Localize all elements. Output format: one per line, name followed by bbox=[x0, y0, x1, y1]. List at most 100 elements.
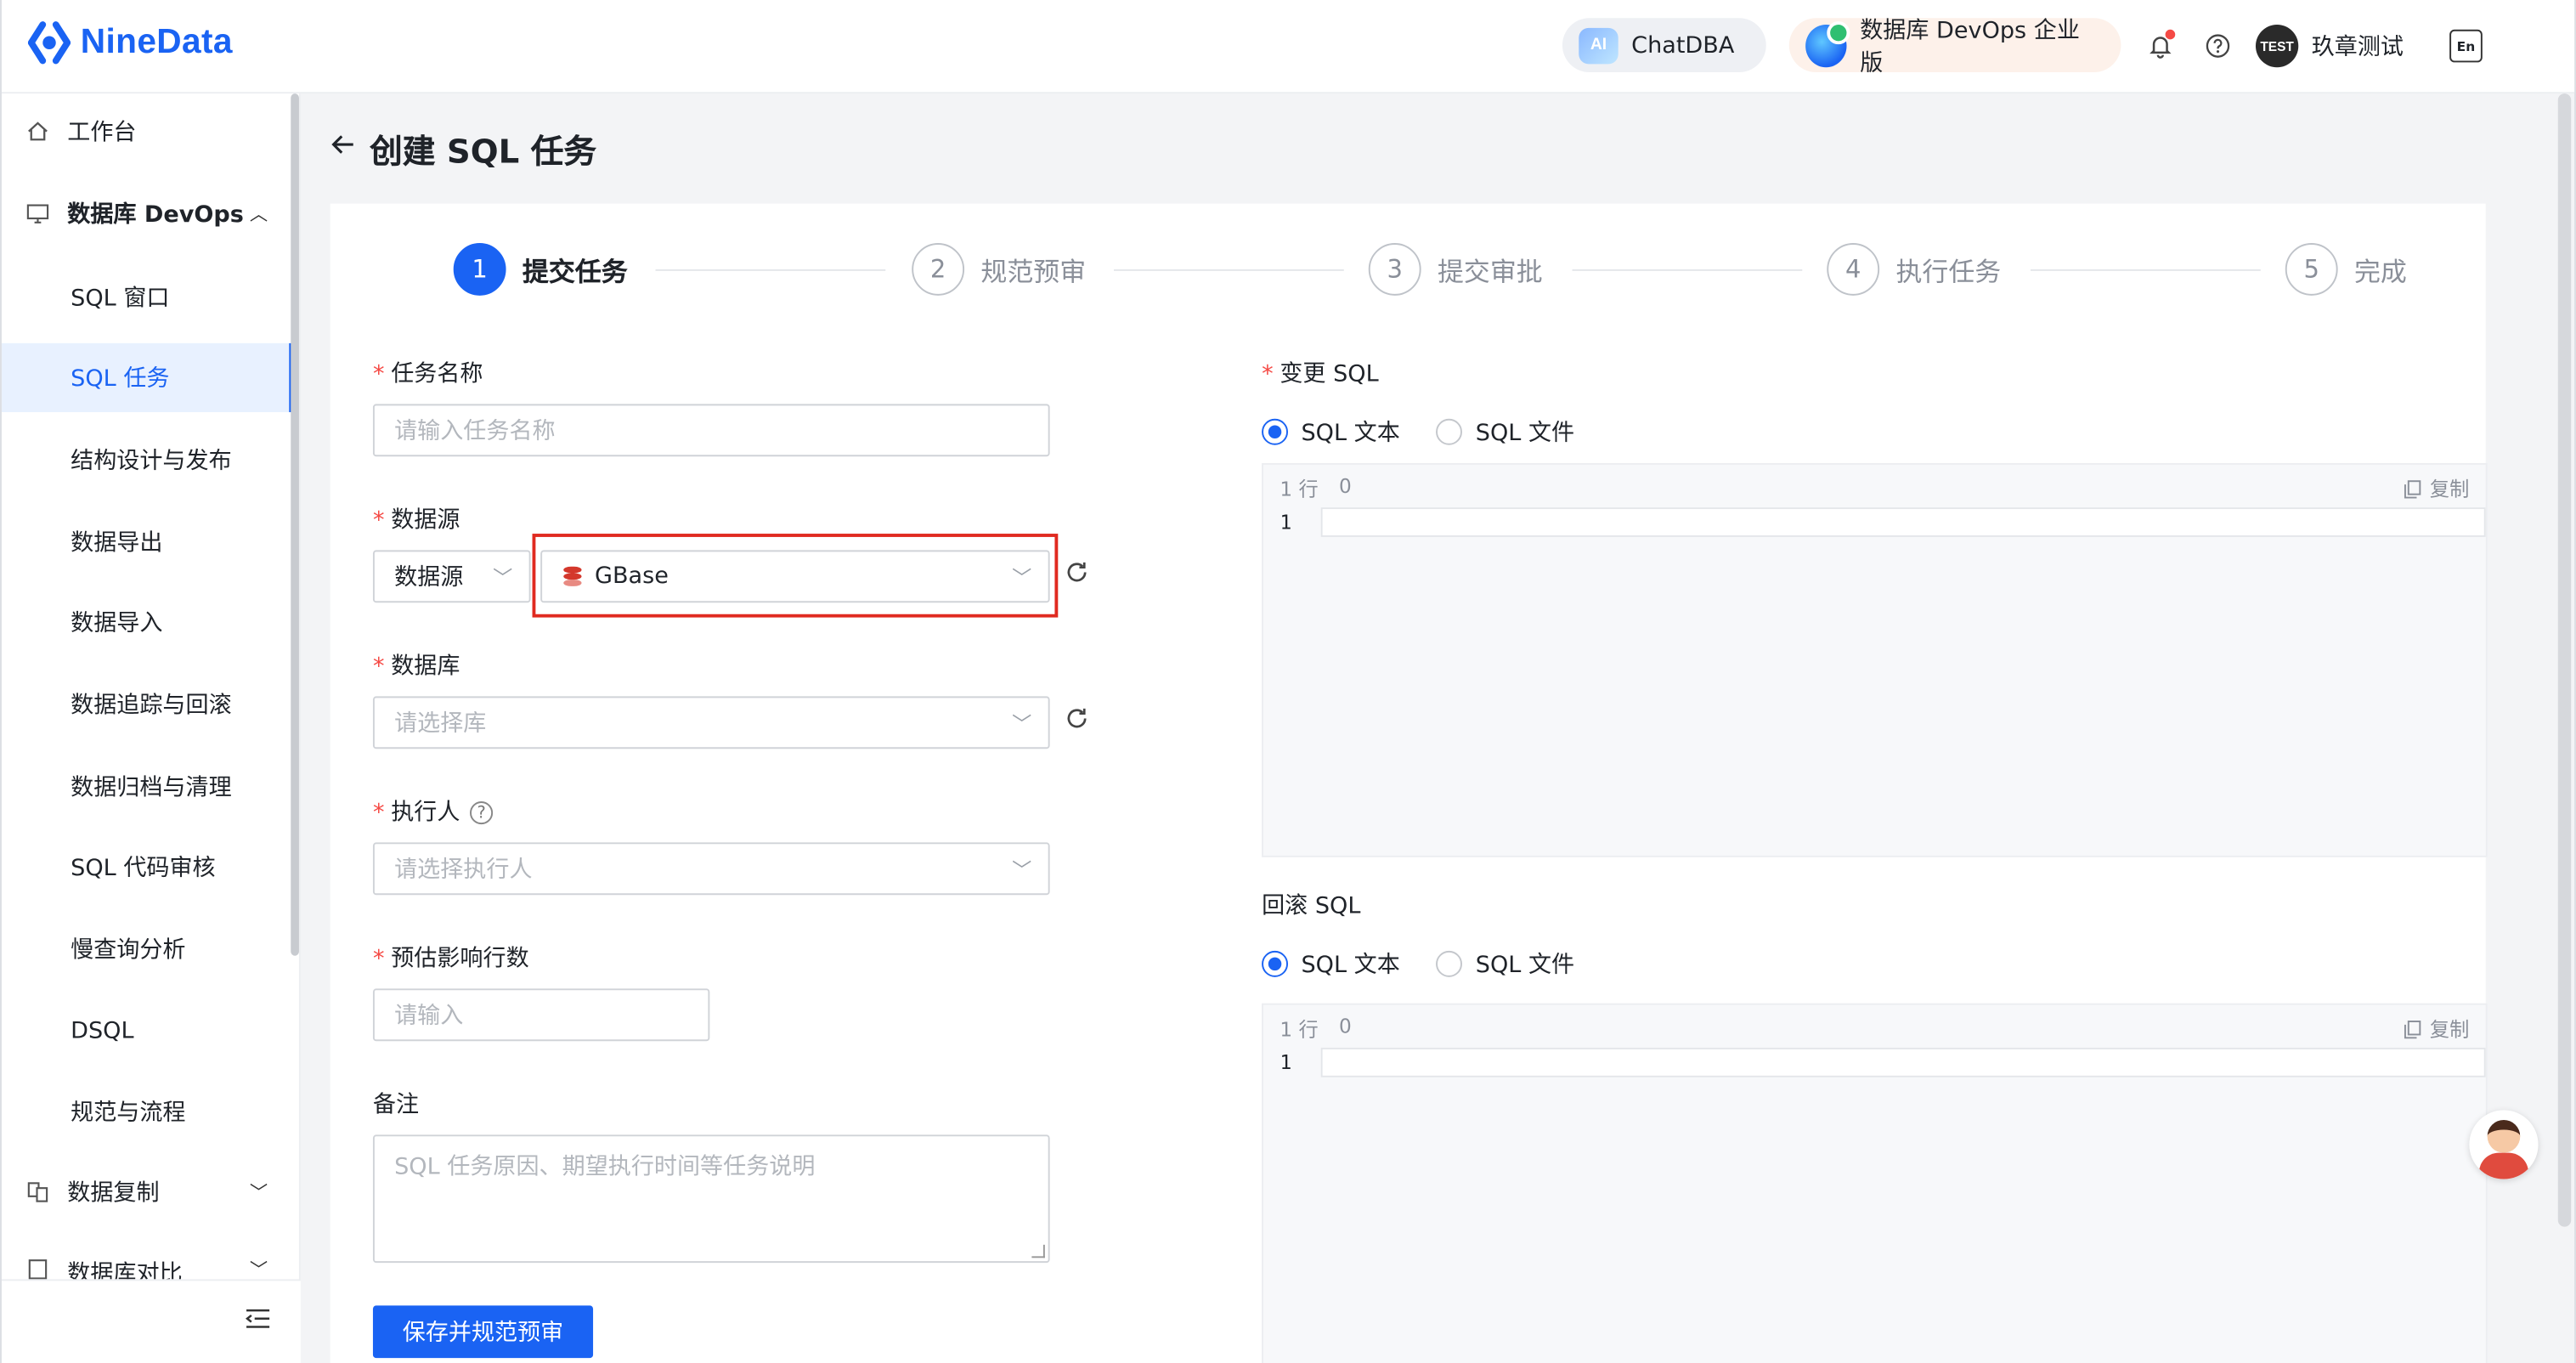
sidebar-item-label: 数据导出 bbox=[71, 530, 163, 557]
sidebar-group-devops[interactable]: 数据库 DevOps ︿ bbox=[2, 179, 291, 248]
sidebar-item-label: SQL 窗口 bbox=[71, 286, 170, 313]
sidebar-item-workbench[interactable]: 工作台 bbox=[2, 97, 291, 166]
sidebar-item-label: SQL 任务 bbox=[71, 365, 170, 393]
task-name-input[interactable]: 请输入任务名称 bbox=[372, 404, 1050, 457]
label-text: 预估影响行数 bbox=[391, 946, 529, 973]
compare-icon bbox=[25, 1256, 51, 1280]
step-connector bbox=[1114, 269, 1344, 271]
resize-handle-icon[interactable] bbox=[1031, 1244, 1045, 1258]
radio-label: SQL 文件 bbox=[1475, 420, 1575, 447]
radio-sql-text[interactable]: SQL 文本 bbox=[1262, 947, 1400, 981]
ai-icon: AI bbox=[1579, 26, 1618, 64]
edition-button[interactable]: 数据库 DevOps 企业版 bbox=[1788, 17, 2121, 76]
copy-button[interactable]: 复制 bbox=[2404, 1015, 2469, 1043]
radio-unchecked bbox=[1436, 418, 1463, 445]
assistant-body bbox=[2478, 1152, 2528, 1179]
current-line[interactable] bbox=[1320, 1047, 2486, 1077]
chatdba-button[interactable]: AI ChatDBA bbox=[1562, 18, 1766, 73]
change-sql-editor[interactable]: 1 行 0 复制 1 bbox=[1262, 462, 2488, 857]
sidebar-item-sql-task[interactable]: SQL 任务 bbox=[1, 342, 295, 413]
step-label: 执行任务 bbox=[1895, 256, 2002, 288]
chatdba-label: ChatDBA bbox=[1631, 31, 1735, 59]
save-and-precheck-button[interactable]: 保存并规范预审 bbox=[372, 1305, 594, 1359]
sidebar-item-schema-design[interactable]: 结构设计与发布 bbox=[2, 426, 291, 495]
rollback-sql-editor[interactable]: 1 行 0 复制 1 bbox=[1262, 1003, 2488, 1363]
radio-sql-file[interactable]: SQL 文件 bbox=[1436, 416, 1574, 449]
char-count: 0 bbox=[1338, 1015, 1352, 1038]
sidebar-item-slow-query[interactable]: 慢查询分析 bbox=[2, 914, 291, 983]
required-mark: * bbox=[372, 361, 385, 388]
database-select[interactable]: 请选择库 ﹀ bbox=[372, 696, 1050, 749]
line-count: 1 行 bbox=[1280, 1018, 1319, 1042]
sidebar-item-rules-process[interactable]: 规范与流程 bbox=[2, 1077, 291, 1146]
step-execute: 4 执行任务 bbox=[1827, 243, 2001, 296]
editor-gutter: 1 bbox=[1263, 1047, 1321, 1363]
executor-placeholder: 请选择执行人 bbox=[394, 857, 533, 884]
datasource-type-value: 数据源 bbox=[394, 564, 464, 591]
radio-checked bbox=[1262, 950, 1289, 977]
label-text: 数据库 bbox=[391, 653, 460, 681]
sidebar-item-sql-window[interactable]: SQL 窗口 bbox=[2, 263, 291, 331]
label-text: 任务名称 bbox=[391, 361, 483, 388]
help-button[interactable] bbox=[2200, 28, 2236, 65]
rollback-sql-mode-radio-group: SQL 文本 SQL 文件 bbox=[1262, 947, 1611, 981]
sidebar-item-label: 工作台 bbox=[67, 120, 137, 146]
chevron-down-icon: ﹀ bbox=[1012, 857, 1032, 881]
copy-button[interactable]: 复制 bbox=[2404, 474, 2469, 502]
required-mark: * bbox=[372, 507, 385, 534]
back-arrow-icon[interactable] bbox=[330, 132, 357, 167]
executor-select[interactable]: 请选择执行人 ﹀ bbox=[372, 842, 1050, 896]
remark-placeholder: SQL 任务原因、期望执行时间等任务说明 bbox=[394, 1154, 816, 1181]
step-approval: 3 提交审批 bbox=[1368, 243, 1543, 296]
notification-bell-button[interactable] bbox=[2143, 28, 2179, 65]
refresh-datasource-icon[interactable] bbox=[1065, 560, 1089, 591]
sidebar-item-data-archive[interactable]: 数据归档与清理 bbox=[2, 752, 291, 821]
required-mark: * bbox=[372, 653, 385, 681]
language-switch-icon[interactable]: En bbox=[2449, 29, 2483, 63]
user-name[interactable]: 玖章测试 bbox=[2312, 30, 2404, 63]
sidebar-item-data-tracking[interactable]: 数据追踪与回滚 bbox=[2, 670, 291, 738]
sidebar-item-label: 慢查询分析 bbox=[71, 937, 186, 964]
radio-sql-file[interactable]: SQL 文件 bbox=[1436, 947, 1574, 981]
page-title-text: 创建 SQL 任务 bbox=[370, 131, 597, 171]
step-done: 5 完成 bbox=[2285, 243, 2407, 296]
user-avatar[interactable]: TEST bbox=[2255, 24, 2299, 68]
ninedata-logo-icon bbox=[27, 21, 71, 65]
editor-content[interactable] bbox=[1320, 1047, 2486, 1363]
chevron-up-icon: ︿ bbox=[249, 203, 268, 225]
radio-checked bbox=[1262, 418, 1289, 445]
current-line[interactable] bbox=[1320, 507, 2486, 537]
sidebar-item-data-export[interactable]: 数据导出 bbox=[2, 507, 291, 576]
affected-rows-input[interactable]: 请输入 bbox=[372, 988, 710, 1042]
support-assistant-icon[interactable] bbox=[2469, 1110, 2539, 1179]
page-scrollbar[interactable] bbox=[2557, 93, 2572, 1227]
monitor-sql-icon bbox=[25, 201, 51, 227]
line-number: 1 bbox=[1280, 1050, 1292, 1074]
datasource-type-select[interactable]: 数据源 ﹀ bbox=[372, 550, 531, 603]
collapse-sidebar-icon[interactable] bbox=[245, 1305, 271, 1337]
step-connector bbox=[1572, 269, 1803, 271]
copy-label: 复制 bbox=[2429, 478, 2470, 501]
remark-textarea[interactable]: SQL 任务原因、期望执行时间等任务说明 bbox=[372, 1134, 1050, 1264]
question-circle-icon[interactable]: ? bbox=[470, 801, 494, 825]
sidebar-item-data-import[interactable]: 数据导入 bbox=[2, 588, 291, 657]
brand-logo[interactable]: NineData bbox=[27, 20, 233, 65]
step-precheck: 2 规范预审 bbox=[912, 243, 1086, 296]
radio-sql-text[interactable]: SQL 文本 bbox=[1262, 416, 1400, 449]
sidebar-group-compare[interactable]: 数据库对比 ﹀ bbox=[2, 1240, 291, 1280]
line-number: 1 bbox=[1280, 511, 1292, 534]
sidebar-scrollbar[interactable] bbox=[291, 93, 299, 956]
database-placeholder: 请选择库 bbox=[394, 710, 487, 738]
editor-content[interactable] bbox=[1320, 507, 2486, 856]
sidebar-group-replication[interactable]: 数据复制 ﹀ bbox=[2, 1157, 291, 1226]
radio-label: SQL 文本 bbox=[1301, 420, 1400, 447]
refresh-database-icon[interactable] bbox=[1065, 706, 1089, 738]
sidebar-item-sql-review[interactable]: SQL 代码审核 bbox=[2, 833, 291, 902]
editor-status-bar: 1 行 0 复制 bbox=[1263, 1005, 2486, 1048]
brand-name: NineData bbox=[80, 23, 233, 61]
sidebar-item-dsql[interactable]: DSQL bbox=[2, 997, 291, 1066]
sidebar-item-label: 数据库对比 bbox=[67, 1261, 183, 1280]
datasource-label: * 数据源 bbox=[373, 502, 460, 535]
sidebar-item-label: DSQL bbox=[71, 1018, 134, 1045]
sidebar-item-label: SQL 代码审核 bbox=[71, 855, 216, 882]
